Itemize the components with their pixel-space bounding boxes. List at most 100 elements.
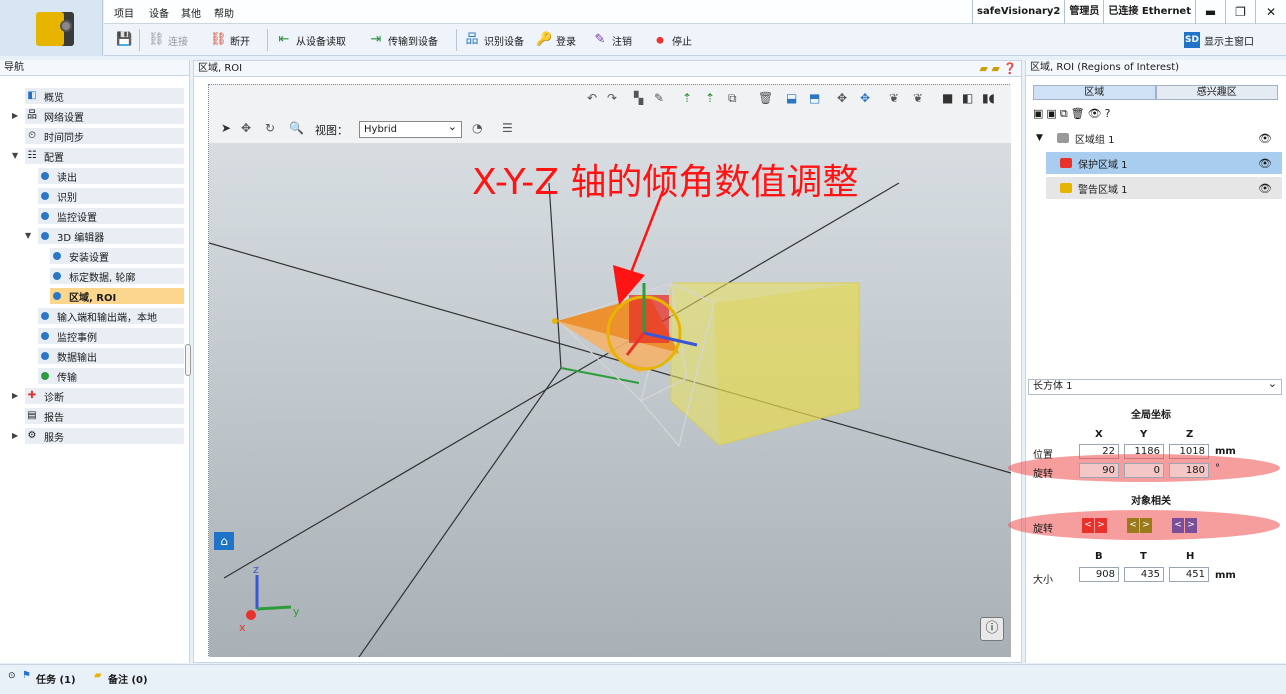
pan-icon[interactable]: ✥ [241, 121, 251, 135]
nav-diagnosis[interactable]: ✚ 诊断 [25, 388, 184, 405]
nav-monitor-cases[interactable]: 监控事例 [38, 328, 184, 345]
stop-button[interactable]: ⏺ 停止 [652, 30, 692, 50]
nav-config[interactable]: ☷ 配置 [25, 148, 184, 165]
nav-network[interactable]: 品网络设置 [25, 108, 184, 125]
disconnect-button[interactable]: ⛓ 断开 [210, 30, 250, 50]
collapse-icon[interactable]: ▼ [25, 231, 31, 240]
rotate-z-right-button[interactable]: > [1185, 518, 1197, 533]
size-h-field[interactable]: 451 [1169, 567, 1209, 582]
logout-button[interactable]: ✎ 注销 [592, 30, 632, 50]
redo-icon[interactable]: ↷ [607, 91, 617, 105]
view-mode-select[interactable]: Hybrid [359, 119, 462, 138]
add-zone-icon[interactable]: ▣ [1033, 107, 1046, 120]
home-view-button[interactable]: ⌂ [214, 532, 234, 550]
eye-icon[interactable]: 👁 [1258, 132, 1272, 145]
transfer-to-device-button[interactable]: ⇥ 传输到设备 [368, 30, 438, 50]
save-button[interactable]: 💾 [116, 30, 132, 50]
expand-bottom-icon[interactable]: ⊙ [8, 671, 16, 681]
nav-service[interactable]: ⚙ 服务 [25, 428, 184, 445]
delete-zone-icon[interactable]: 🗑 [1071, 107, 1088, 120]
select-arrow-icon[interactable]: ➤ [221, 121, 231, 135]
warning-zone-row[interactable]: 警告区域 1 👁 [1046, 177, 1282, 199]
notes-tab[interactable]: 备注 (0) [108, 671, 148, 686]
login-button[interactable]: 🔑 登录 [536, 30, 576, 50]
connect-button[interactable]: ⛓ 连接 [148, 30, 188, 50]
edit-icon[interactable]: ✎ [654, 91, 664, 105]
rotate-icon[interactable]: ↻ [265, 121, 275, 135]
zone-group-row[interactable]: ▼ 区域组 1 👁 [1032, 127, 1282, 149]
size-t-field[interactable]: 435 [1124, 567, 1164, 582]
nav-data-output[interactable]: 数据输出 [38, 348, 184, 365]
rotate-y-right-button[interactable]: > [1140, 518, 1152, 533]
read-from-device-button[interactable]: ⇤ 从设备读取 [276, 30, 346, 50]
add-warning-icon[interactable]: ▣ [1046, 107, 1059, 120]
nav-transfer[interactable]: 传输 [38, 368, 184, 385]
panel-splitter-handle[interactable] [185, 344, 191, 376]
minimize-button[interactable]: ▬ [1196, 0, 1226, 24]
help-zone-icon[interactable]: ? [1105, 107, 1114, 120]
nav-identify[interactable]: 识别 [38, 188, 184, 205]
cone-alt-icon[interactable]: ❦ [913, 91, 923, 105]
show-main-window-button[interactable]: SD 显示主窗口 [1184, 30, 1254, 50]
camera-view-icon[interactable]: ▮◖ [982, 91, 995, 105]
nav-io-local[interactable]: 输入端和输出端，本地 [38, 308, 184, 325]
shape-select[interactable]: 长方体 1 [1028, 377, 1282, 395]
list-icon[interactable]: ☰ [502, 121, 513, 135]
add-box-icon[interactable]: ⇡ [705, 91, 715, 105]
tab-roi[interactable]: 感兴趣区 [1155, 85, 1278, 100]
nav-report[interactable]: ▤ 报告 [25, 408, 184, 425]
menu-help[interactable]: 帮助 [214, 5, 234, 20]
collapse-icon[interactable]: ▼ [12, 151, 18, 160]
nav-calibration[interactable]: 标定数据, 轮廓 [50, 268, 184, 285]
zoom-icon[interactable]: 🔍 [289, 121, 304, 135]
collapse-icon[interactable]: ▼ [1036, 133, 1043, 143]
eye-icon[interactable]: 👁 [1258, 182, 1272, 195]
copy-zone-icon[interactable]: ⧉ [1060, 107, 1071, 120]
gizmo-active-icon[interactable]: ✥ [860, 91, 870, 105]
tasks-tab[interactable]: 任务 (1) [36, 671, 76, 686]
info-button[interactable]: ⓘ [980, 617, 1004, 641]
delete-icon[interactable]: 🗑 [758, 91, 773, 105]
visibility-icon[interactable]: 👁 [1088, 107, 1105, 120]
rotate-x-left-button[interactable]: < [1082, 518, 1094, 533]
palette-icon[interactable]: ◔ [472, 121, 482, 135]
note-icon[interactable]: ▰ [991, 62, 999, 75]
maximize-button[interactable]: ❐ [1226, 0, 1256, 24]
tab-zones[interactable]: 区域 [1033, 85, 1156, 100]
menu-project[interactable]: 项目 [114, 5, 134, 20]
expand-icon[interactable]: ▶ [12, 391, 18, 400]
nav-monitor-settings[interactable]: 监控设置 [38, 208, 184, 225]
identify-device-button[interactable]: 品识别设备 [464, 30, 524, 50]
flag-icon[interactable]: ▰ [979, 62, 987, 75]
nav-roi[interactable]: 区域, ROI [50, 288, 184, 305]
align-bottom-icon[interactable]: ⬒ [809, 91, 820, 105]
3d-canvas[interactable]: z y x X-Y-Z 轴的倾角数值调整 ⌂ ⓘ [209, 143, 1011, 657]
align-icon[interactable]: ⬓ [786, 91, 797, 105]
add-shape-icon[interactable]: ▚ [634, 91, 643, 105]
expand-icon[interactable]: ▶ [12, 431, 18, 440]
rotation-x-field[interactable]: 90 [1079, 463, 1119, 478]
add-point-icon[interactable]: ⇡ [682, 91, 692, 105]
rotate-z-left-button[interactable]: < [1172, 518, 1184, 533]
nav-time-sync[interactable]: ⏲ 时间同步 [25, 128, 184, 145]
rotate-x-right-button[interactable]: > [1095, 518, 1107, 533]
nav-installation[interactable]: 安装设置 [50, 248, 184, 265]
size-b-field[interactable]: 908 [1079, 567, 1119, 582]
nav-readout[interactable]: 读出 [38, 168, 184, 185]
help-icon[interactable]: ❓ [1003, 62, 1017, 75]
cone-icon[interactable]: ❦ [889, 91, 899, 105]
rotate-y-left-button[interactable]: < [1127, 518, 1139, 533]
rotation-y-field[interactable]: 0 [1124, 463, 1164, 478]
nav-3d-editor[interactable]: 3D 编辑器 [38, 228, 184, 245]
cube-view-icon[interactable]: ◧ [962, 91, 973, 105]
expand-icon[interactable]: ▶ [12, 111, 18, 120]
protect-zone-row[interactable]: 保护区域 1 👁 [1046, 152, 1282, 174]
undo-icon[interactable]: ↶ [587, 91, 597, 105]
rotation-z-field[interactable]: 180 [1169, 463, 1209, 478]
close-button[interactable]: ✕ [1256, 0, 1286, 24]
menu-device[interactable]: 设备 [149, 5, 169, 20]
copy-icon[interactable]: ⧉ [728, 91, 737, 106]
solid-view-icon[interactable]: ■ [942, 91, 953, 105]
eye-icon[interactable]: 👁 [1258, 157, 1272, 170]
menu-other[interactable]: 其他 [181, 5, 201, 20]
